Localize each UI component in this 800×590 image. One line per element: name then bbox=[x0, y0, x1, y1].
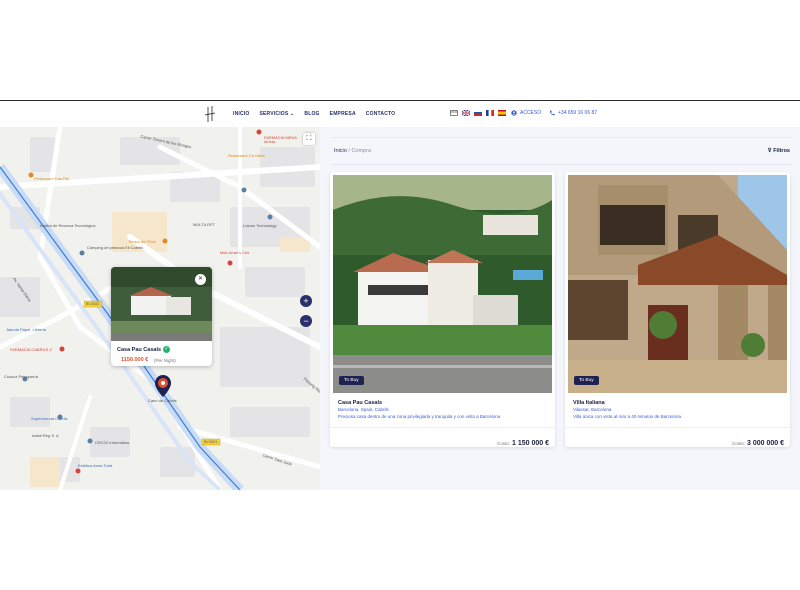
card-divider bbox=[330, 427, 555, 428]
listing-location: Vilassar, Barcelona bbox=[573, 407, 612, 412]
nav-empresa[interactable]: EMPRESA bbox=[330, 111, 356, 117]
map-label-tempo: Tempo de l'Hort bbox=[128, 239, 156, 244]
flag-russia-icon[interactable] bbox=[474, 110, 482, 116]
to-buy-badge[interactable]: To Buy bbox=[574, 376, 599, 385]
listing-card[interactable]: To Buy Casa Pau Casals Barcelona, Spain,… bbox=[330, 172, 555, 447]
listings-panel: Inicio / Compra ⊽ Filtros To Buy Casa Pa… bbox=[320, 127, 800, 490]
phone-number: +34 659 16 06 87 bbox=[558, 110, 598, 116]
phone-link[interactable]: +34 659 16 06 87 bbox=[549, 110, 597, 116]
filter-icon: ⊽ bbox=[767, 148, 772, 154]
map-label-restaurant2: Restaurant Can Riri bbox=[34, 176, 70, 181]
listing-price: Costo: 1 150 000 € bbox=[497, 432, 549, 447]
breadcrumb-bar: Inicio / Compra ⊽ Filtros bbox=[332, 137, 792, 165]
price-label: Costo: bbox=[732, 441, 746, 446]
map-label-stationers: Jakuda Papel. Librería bbox=[6, 327, 47, 332]
card-divider bbox=[565, 427, 790, 428]
listing-description: Preciosa casa dentro de una zona privile… bbox=[338, 414, 501, 419]
property-map[interactable]: ⛶ + − Carrer Torrent de les Monges FARMA… bbox=[0, 127, 320, 490]
map-label-multiloft: MULTILOFT bbox=[193, 222, 215, 227]
nav-contacto[interactable]: CONTACTO bbox=[366, 111, 395, 117]
map-label-crc: CRC02 Informàtica bbox=[95, 440, 130, 445]
listing-card[interactable]: To Buy Villa Italiana Vilassar, Barcelon… bbox=[565, 172, 790, 447]
map-label-pharmacy2: FARMACIA CABRILS 2 bbox=[10, 347, 52, 352]
breadcrumb-current: Compra bbox=[351, 148, 371, 154]
flag-spain-icon[interactable] bbox=[498, 110, 506, 116]
popup-close-button[interactable]: ✕ bbox=[195, 274, 206, 285]
nav-blog[interactable]: BLOG bbox=[304, 111, 319, 117]
map-label-mes: Més Arran's Cris bbox=[220, 250, 250, 255]
filters-button[interactable]: ⊽ Filtros bbox=[768, 148, 790, 154]
map-label-instal: Instal·Reg S. A bbox=[32, 433, 59, 438]
phone-icon bbox=[549, 110, 555, 116]
breadcrumb: Inicio / Compra bbox=[334, 148, 371, 154]
map-label-petanca: Càmping de petanca Ell Cabrils bbox=[87, 245, 144, 250]
listing-photo[interactable] bbox=[333, 175, 552, 393]
map-road-bv5022: BV-5022 bbox=[86, 302, 100, 306]
popup-per-night: (Per Night) bbox=[154, 357, 176, 363]
filters-label: Filtros bbox=[773, 148, 790, 154]
price-value: 1 150 000 € bbox=[512, 440, 549, 447]
nav-inicio[interactable]: INICIO bbox=[233, 111, 249, 117]
top-navbar: INICIO SERVICIOS ⌄ BLOG EMPRESA CONTACTO… bbox=[0, 101, 800, 127]
price-label: Costo: bbox=[497, 441, 511, 446]
flag-france-icon[interactable] bbox=[486, 110, 494, 116]
calendar-icon[interactable] bbox=[450, 110, 458, 116]
listing-location: Barcelona, Spain, Cabrils bbox=[338, 407, 389, 412]
map-label-super: Supermercat Cabrils bbox=[31, 416, 68, 421]
flag-uk-icon[interactable] bbox=[462, 110, 470, 116]
listing-title[interactable]: Villa Italiana bbox=[573, 400, 605, 406]
map-label-lutuun: Lutuun Technology bbox=[243, 223, 277, 228]
brand-logo[interactable] bbox=[203, 105, 217, 123]
map-property-popup[interactable]: ✕ Casa Pau Casals ✓ 1150.000 € (Per Nigh… bbox=[111, 267, 212, 366]
login-label: ACCESO bbox=[520, 110, 542, 116]
nav-servicios[interactable]: SERVICIOS ⌄ bbox=[259, 111, 294, 117]
login-link[interactable]: ACCESO bbox=[511, 110, 541, 116]
breadcrumb-home[interactable]: Inicio bbox=[334, 148, 347, 154]
zoom-out-button[interactable]: − bbox=[300, 315, 312, 327]
map-label-restaurant1: Restaurant Ca l'Abel bbox=[228, 153, 265, 158]
map-label-estetica: Estètica Anna Tolrà bbox=[78, 463, 113, 468]
listing-description: Villa única con vista al mar a 40 minuto… bbox=[573, 414, 681, 419]
map-road-bv5021: BV-5021 bbox=[204, 440, 218, 444]
map-label-cuzcuz: Cuzcuz Peluquería bbox=[4, 374, 38, 379]
map-label-pharmacy-sub: Аптека bbox=[264, 140, 276, 144]
to-buy-badge[interactable]: To Buy bbox=[339, 376, 364, 385]
popup-price: 1150.000 € bbox=[121, 357, 149, 363]
user-icon bbox=[511, 110, 517, 116]
map-label-cami: Camí de Cabrils bbox=[148, 398, 177, 403]
listing-price: Costo: 3 000 000 € bbox=[732, 432, 784, 447]
listing-photo[interactable] bbox=[568, 175, 787, 393]
map-label-school: Institut de Recerca Tecnològica bbox=[40, 223, 96, 228]
price-value: 3 000 000 € bbox=[747, 440, 784, 447]
fullscreen-button[interactable]: ⛶ bbox=[303, 133, 315, 145]
popup-title: Casa Pau Casals bbox=[117, 347, 162, 353]
location-pin-icon[interactable] bbox=[155, 375, 171, 397]
zoom-in-button[interactable]: + bbox=[300, 295, 312, 307]
verified-icon: ✓ bbox=[163, 346, 170, 353]
listing-title[interactable]: Casa Pau Casals bbox=[338, 400, 382, 406]
